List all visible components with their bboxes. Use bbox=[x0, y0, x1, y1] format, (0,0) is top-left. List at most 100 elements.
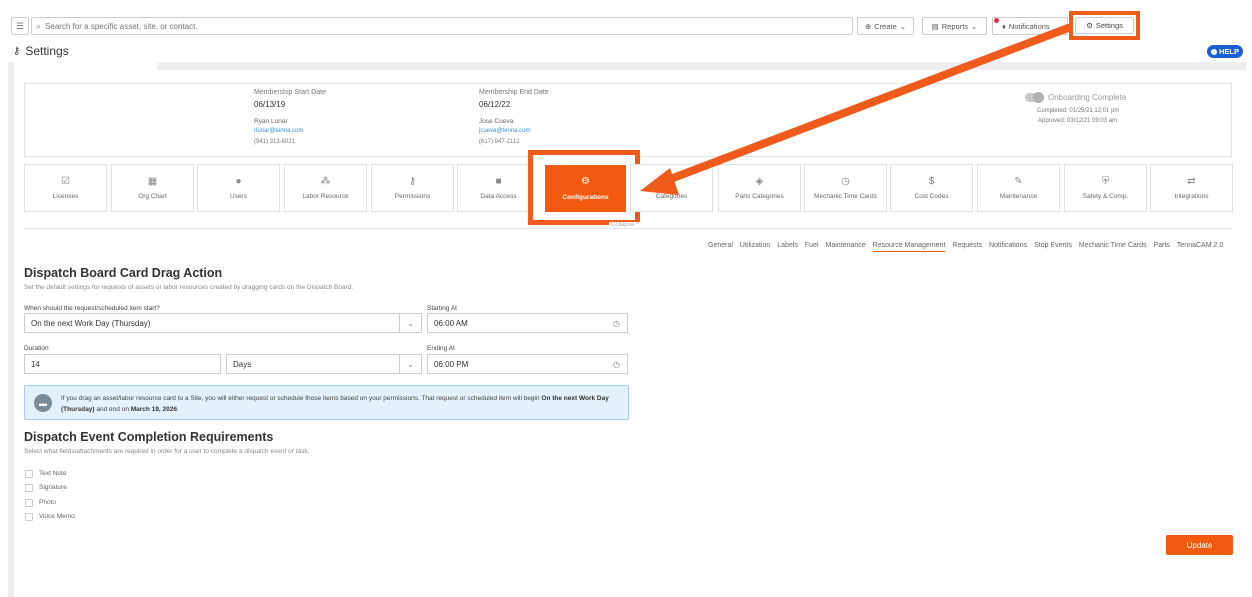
shield-icon: ⛨ bbox=[1101, 175, 1110, 187]
start-contact-name: Ryan Lunar bbox=[254, 118, 288, 125]
search-box[interactable]: ⌕ bbox=[31, 17, 853, 35]
tile-parts-categories[interactable]: ◈ Parts Categories bbox=[718, 164, 801, 212]
tile-label: Safety & Comp. bbox=[1082, 192, 1129, 200]
swap-icon: ⇄ bbox=[1187, 175, 1196, 187]
start-contact-phone: (941) 313-6021 bbox=[254, 139, 296, 145]
tile-label: Maintenance bbox=[999, 192, 1038, 200]
update-button[interactable]: Update bbox=[1166, 535, 1233, 555]
subtab-labels[interactable]: Labels bbox=[777, 242, 798, 252]
notification-badge bbox=[994, 18, 999, 23]
tile-label: Org Chart bbox=[138, 192, 167, 200]
clock-icon: ◷ bbox=[613, 359, 620, 369]
tile-maintenance[interactable]: ✎ Maintenance bbox=[977, 164, 1060, 212]
end-contact-phone: (617) 947-2112 bbox=[479, 139, 520, 145]
clock-icon: ◷ bbox=[613, 318, 620, 328]
tile-integrations[interactable]: ⇄ Integrations bbox=[1150, 164, 1233, 212]
help-button[interactable]: HELP bbox=[1207, 45, 1243, 58]
end-contact-name: Jose Cueva bbox=[479, 118, 514, 125]
signature-label: Signature bbox=[39, 484, 67, 491]
starting-at-label: Starting At bbox=[427, 305, 457, 312]
start-question-label: When should the request/scheduled item s… bbox=[24, 305, 160, 312]
parts-icon: ◈ bbox=[755, 175, 764, 187]
subtab-parts[interactable]: Parts bbox=[1154, 242, 1170, 252]
tile-label: Users bbox=[230, 192, 247, 200]
chevron-down-icon: ⌄ bbox=[399, 314, 421, 332]
tile-categories[interactable]: ◆ Categories bbox=[630, 164, 713, 212]
onboarding-completed: Completed: 01/25/21 12:01 pm bbox=[1037, 108, 1120, 114]
duration-unit-select[interactable]: Days ⌄ bbox=[226, 354, 422, 374]
photo-label: Photo bbox=[39, 499, 56, 506]
tile-label: Integrations bbox=[1174, 192, 1209, 200]
wrench-icon: ✎ bbox=[1014, 175, 1023, 187]
gear-icon: ⚙ bbox=[1086, 21, 1093, 30]
subtab-resource-management[interactable]: Resource Management bbox=[872, 242, 946, 252]
subtab-maintenance[interactable]: Maintenance bbox=[826, 242, 866, 252]
search-input[interactable] bbox=[45, 21, 746, 31]
onboarding-toggle[interactable] bbox=[1025, 92, 1044, 103]
chevron-down-icon: ⌄ bbox=[971, 21, 978, 31]
plus-circle-icon: ⊕ bbox=[864, 21, 872, 31]
panel-tab bbox=[14, 62, 157, 72]
tile-permissions[interactable]: ⚷ Permissions bbox=[371, 164, 454, 212]
reports-button[interactable]: ▤ Reports ⌄ bbox=[922, 17, 987, 35]
text-note-checkbox[interactable] bbox=[25, 470, 33, 478]
subtab-mechanic-time-cards[interactable]: Mechanic Time Cards bbox=[1079, 242, 1147, 252]
sliders-icon[interactable]: ☰ bbox=[11, 17, 29, 35]
tile-label: Mechanic Time Cards bbox=[814, 192, 877, 200]
ending-at-input[interactable]: 06:00 PM ◷ bbox=[427, 354, 628, 374]
tile-users[interactable]: ● Users bbox=[197, 164, 280, 212]
gear-icon: ⚙ bbox=[581, 175, 590, 187]
subtab-stop-events[interactable]: Stop Events bbox=[1034, 242, 1072, 252]
membership-end-date: 06/12/22 bbox=[479, 100, 511, 109]
tile-licenses[interactable]: ☑ Licenses bbox=[24, 164, 107, 212]
subtab-notifications[interactable]: Notifications bbox=[989, 242, 1027, 252]
starting-at-input[interactable]: 06:00 AM ◷ bbox=[427, 313, 628, 333]
onboarding-label: Onboarding Complete bbox=[1048, 93, 1127, 102]
voice-memo-checkbox[interactable] bbox=[25, 513, 33, 521]
page-title: ⚷ Settings bbox=[13, 44, 69, 58]
subtab-utilization[interactable]: Utilization bbox=[740, 242, 770, 252]
subtab-fuel[interactable]: Fuel bbox=[805, 242, 819, 252]
tile-label: Parts Categories bbox=[735, 192, 784, 200]
drag-action-description: Set the default settings for requests of… bbox=[24, 284, 354, 291]
tile-cost-codes[interactable]: $ Cost Codes bbox=[890, 164, 973, 212]
report-icon: ▤ bbox=[931, 21, 939, 31]
subtab-general[interactable]: General bbox=[708, 242, 733, 252]
start-contact-email[interactable]: rlunar@tenna.com bbox=[254, 128, 303, 134]
help-icon bbox=[1210, 48, 1217, 55]
user-icon: ● bbox=[235, 175, 242, 187]
license-icon: ☑ bbox=[61, 175, 70, 187]
signature-checkbox[interactable] bbox=[25, 484, 33, 492]
create-button[interactable]: ⊕ Create ⌄ bbox=[857, 17, 914, 35]
completion-title: Dispatch Event Completion Requirements bbox=[24, 430, 274, 444]
lock-icon: ■ bbox=[495, 175, 502, 187]
membership-start-label: Membership Start Date bbox=[254, 89, 326, 96]
tile-labor-resource[interactable]: ⁂ Labor Resource bbox=[284, 164, 367, 212]
completion-description: Select what fields/attachments are requi… bbox=[24, 448, 310, 455]
tile-label: Configurations bbox=[562, 193, 609, 201]
tile-org-chart[interactable]: ▦ Org Chart bbox=[111, 164, 194, 212]
ending-at-label: Ending At bbox=[427, 345, 455, 352]
tile-safety-comp[interactable]: ⛨ Safety & Comp. bbox=[1064, 164, 1147, 212]
drag-info-banner: ▬ If you drag an asset/labor resource ca… bbox=[24, 385, 629, 420]
bell-icon: ♦ bbox=[1002, 21, 1006, 31]
photo-checkbox[interactable] bbox=[25, 499, 33, 507]
tile-label: Categories bbox=[655, 192, 688, 200]
text-note-label: Text Note bbox=[39, 470, 67, 477]
start-select[interactable]: On the next Work Day (Thursday) ⌄ bbox=[24, 313, 422, 333]
key-icon: ⚷ bbox=[408, 175, 417, 187]
top-bar: ☰ ⌕ ⊕ Create ⌄ ▤ Reports ⌄ ♦ Notificatio… bbox=[0, 0, 1252, 42]
collapse-toggle[interactable]: Collapse ^ bbox=[609, 222, 641, 228]
end-contact-email[interactable]: jcueva@tenna.com bbox=[479, 128, 530, 134]
subtab-tennacam-2-0[interactable]: TennaCAM 2.0 bbox=[1177, 242, 1223, 252]
settings-button[interactable]: ⚙ Settings bbox=[1075, 17, 1134, 34]
truck-icon: ▬ bbox=[34, 394, 52, 412]
settings-subtabs: General Utilization Labels Fuel Maintenance R… bbox=[708, 242, 1230, 252]
notifications-button[interactable]: ♦ Notifications bbox=[992, 17, 1068, 35]
tile-mechanic-time-cards[interactable]: ◷ Mechanic Time Cards bbox=[804, 164, 887, 212]
tile-configurations[interactable]: ⚙ Configurations bbox=[545, 165, 626, 212]
subtab-requests[interactable]: Requests bbox=[952, 242, 982, 252]
duration-label: Duration bbox=[24, 345, 49, 352]
duration-input[interactable]: 14 bbox=[24, 354, 221, 374]
tile-label: Labor Resource bbox=[302, 192, 349, 200]
